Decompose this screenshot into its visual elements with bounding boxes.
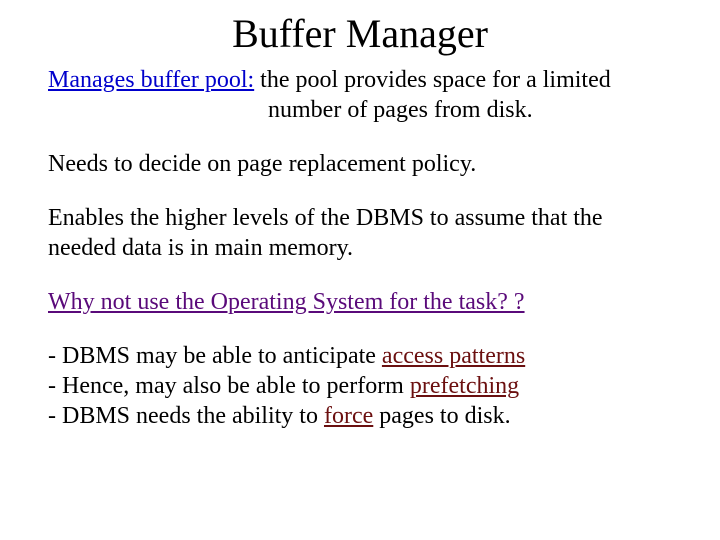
slide-body: Manages buffer pool: the pool provides s…	[48, 65, 672, 431]
bullet-force-pages: - DBMS needs the ability to force pages …	[48, 401, 672, 431]
text-fragment: - DBMS may be able to anticipate	[48, 343, 382, 369]
paragraph-replacement-policy: Needs to decide on page replacement poli…	[48, 149, 672, 179]
link-force[interactable]: force	[324, 403, 373, 429]
slide: Buffer Manager Manages buffer pool: the …	[0, 0, 720, 540]
text-fragment: - DBMS needs the ability to	[48, 403, 324, 429]
paragraph-higher-levels: Enables the higher levels of the DBMS to…	[48, 203, 672, 263]
link-why-not-os[interactable]: Why not use the Operating System for the…	[48, 289, 525, 315]
paragraph-buffer-pool: Manages buffer pool: the pool provides s…	[48, 65, 672, 125]
text-fragment: number of pages from disk.	[48, 95, 672, 125]
link-access-patterns[interactable]: access patterns	[382, 343, 525, 369]
link-prefetching[interactable]: prefetching	[410, 373, 519, 399]
slide-title: Buffer Manager	[48, 10, 672, 57]
bullet-prefetching: - Hence, may also be able to perform pre…	[48, 371, 672, 401]
paragraph-why-not-os: Why not use the Operating System for the…	[48, 287, 672, 317]
text-fragment: - Hence, may also be able to perform	[48, 373, 410, 399]
text-fragment: the pool provides space for a limited	[254, 67, 611, 93]
bullet-access-patterns: - DBMS may be able to anticipate access …	[48, 341, 672, 371]
link-manages-buffer-pool[interactable]: Manages buffer pool:	[48, 67, 254, 93]
bullet-list: - DBMS may be able to anticipate access …	[48, 341, 672, 431]
text-fragment: pages to disk.	[373, 403, 510, 429]
